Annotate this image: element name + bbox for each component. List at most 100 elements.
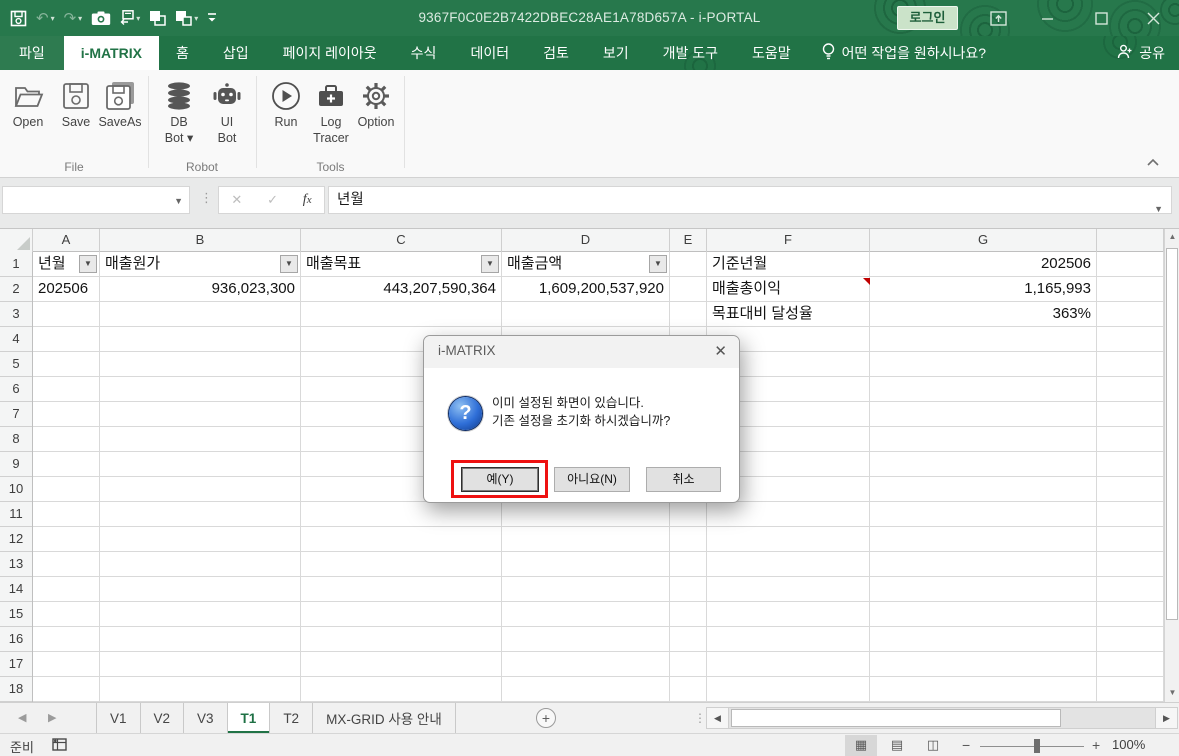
vertical-scroll-thumb[interactable]	[1166, 248, 1178, 620]
sheet-nav-right-icon[interactable]: ▶	[48, 711, 56, 724]
sheet-tab-v3[interactable]: V3	[184, 703, 228, 733]
scroll-left-icon[interactable]: ◀	[707, 708, 729, 728]
column-header-B[interactable]: B	[100, 229, 301, 252]
column-header-G[interactable]: G	[870, 229, 1097, 252]
sheet-tab-v2[interactable]: V2	[141, 703, 185, 733]
column-header-F[interactable]: F	[707, 229, 870, 252]
send-backward-icon[interactable]: ▾	[175, 6, 198, 30]
view-page-layout-icon[interactable]: ▤	[881, 735, 913, 756]
no-button[interactable]: 아니요(N)	[554, 467, 630, 492]
tab-page-layout[interactable]: 페이지 레이아웃	[266, 36, 394, 70]
bring-forward-icon[interactable]	[149, 6, 166, 30]
collapse-ribbon-icon[interactable]	[1147, 157, 1159, 169]
camera-icon[interactable]	[91, 6, 111, 30]
cell-a2[interactable]: 202506	[33, 277, 100, 302]
scroll-down-icon[interactable]: ▼	[1165, 685, 1179, 702]
paste-dropdown-icon[interactable]: ▾	[136, 14, 140, 23]
new-sheet-icon[interactable]: +	[536, 708, 556, 728]
backward-dropdown-icon[interactable]: ▾	[194, 14, 198, 23]
confirm-entry-icon[interactable]: ✓	[267, 192, 278, 208]
db-bot-button[interactable]: DB Bot ▾	[153, 78, 205, 146]
column-header-E[interactable]: E	[670, 229, 707, 252]
tab-i-matrix[interactable]: i-MATRIX	[64, 36, 159, 70]
insert-function-icon[interactable]: fx	[303, 192, 312, 208]
open-button[interactable]: Open	[2, 78, 54, 130]
tab-review[interactable]: 검토	[526, 36, 586, 70]
tell-me-box[interactable]: 어떤 작업을 원하시나요?	[808, 36, 1000, 70]
sheet-tab-t1[interactable]: T1	[228, 703, 271, 733]
db-bot-label-line1: DB	[153, 114, 205, 130]
dialog-titlebar[interactable]: i-MATRIX ✕	[424, 336, 739, 368]
scroll-up-icon[interactable]: ▲	[1165, 229, 1179, 246]
filter-dropdown-icon[interactable]: ▼	[79, 255, 97, 273]
saveas-button[interactable]: SaveAs	[94, 78, 146, 130]
cell-c1[interactable]: 매출목표	[301, 252, 502, 277]
filter-dropdown-icon[interactable]: ▼	[280, 255, 298, 273]
close-icon[interactable]	[1136, 0, 1170, 36]
formula-bar-handle[interactable]: ⋮	[200, 190, 213, 206]
filter-dropdown-icon[interactable]: ▼	[481, 255, 499, 273]
minimize-icon[interactable]	[1030, 0, 1064, 36]
floppy-double-icon	[94, 78, 146, 114]
tab-insert[interactable]: 삽입	[206, 36, 266, 70]
cell-g3[interactable]: 363%	[870, 302, 1097, 327]
paste-format-icon[interactable]: ▾	[120, 6, 140, 30]
ui-bot-button[interactable]: UI Bot	[201, 78, 253, 146]
tab-view[interactable]: 보기	[586, 36, 646, 70]
horizontal-scrollbar[interactable]: ◀ ▶	[706, 707, 1178, 729]
name-box[interactable]: ▼	[2, 186, 190, 214]
name-box-dropdown-icon[interactable]: ▼	[174, 196, 183, 206]
tab-formulas[interactable]: 수식	[394, 36, 454, 70]
filter-dropdown-icon[interactable]: ▼	[649, 255, 667, 273]
cell-c2[interactable]: 443,207,590,364	[301, 277, 502, 302]
ribbon-display-options-icon[interactable]	[981, 0, 1015, 36]
view-normal-icon[interactable]: ▦	[845, 735, 877, 756]
cell-f3[interactable]: 목표대비 달성율	[707, 302, 870, 327]
cell-d1[interactable]: 매출금액	[502, 252, 670, 277]
tab-home[interactable]: 홈	[159, 36, 206, 70]
cell-b2[interactable]: 936,023,300	[100, 277, 301, 302]
dialog-close-icon[interactable]: ✕	[714, 342, 727, 360]
login-button[interactable]: 로그인	[897, 6, 958, 30]
column-header-D[interactable]: D	[502, 229, 670, 252]
scroll-right-icon[interactable]: ▶	[1155, 708, 1177, 728]
share-button[interactable]: 공유	[1117, 36, 1165, 70]
customize-qat-icon[interactable]	[207, 6, 217, 30]
formula-input[interactable]: 년월 ▼	[328, 186, 1172, 214]
maximize-icon[interactable]	[1084, 0, 1118, 36]
cell-f1[interactable]: 기준년월	[707, 252, 870, 277]
zoom-slider-thumb[interactable]	[1034, 739, 1040, 753]
horizontal-scroll-thumb[interactable]	[731, 709, 1061, 727]
cell-g1[interactable]: 202506	[870, 252, 1097, 277]
sheet-nav-left-icon[interactable]: ◀	[18, 711, 26, 724]
macro-record-icon[interactable]	[52, 738, 67, 754]
tab-help[interactable]: 도움말	[735, 36, 808, 70]
tab-file[interactable]: 파일	[0, 36, 64, 70]
cancel-entry-icon[interactable]: ✕	[231, 192, 242, 208]
save-icon[interactable]	[10, 6, 27, 30]
cell-f2[interactable]: 매출총이익	[707, 277, 870, 302]
sheet-tab-v1[interactable]: V1	[96, 703, 141, 733]
zoom-in-icon[interactable]: +	[1092, 737, 1100, 753]
formula-expand-icon[interactable]: ▼	[1154, 196, 1163, 222]
select-all-corner[interactable]	[0, 229, 33, 252]
column-header-C[interactable]: C	[301, 229, 502, 252]
tab-developer[interactable]: 개발 도구	[646, 36, 735, 70]
zoom-slider-track[interactable]	[980, 746, 1084, 747]
cell-b1[interactable]: 매출원가	[100, 252, 301, 277]
zoom-percentage[interactable]: 100%	[1112, 737, 1145, 752]
i-matrix-dialog: i-MATRIX ✕ ? 이미 설정된 화면이 있습니다. 기존 설정을 초기화…	[423, 335, 740, 503]
vertical-scrollbar[interactable]: ▲ ▼	[1164, 229, 1179, 702]
tabbar-resize-handle[interactable]: ⋮	[694, 711, 706, 725]
zoom-out-icon[interactable]: −	[962, 737, 970, 753]
cancel-button[interactable]: 취소	[646, 467, 721, 492]
column-header-blank[interactable]	[1097, 229, 1164, 252]
column-header-A[interactable]: A	[33, 229, 100, 252]
view-page-break-icon[interactable]: ◫	[917, 735, 949, 756]
tab-data[interactable]: 데이터	[453, 36, 526, 70]
cell-d2[interactable]: 1,609,200,537,920	[502, 277, 670, 302]
option-button[interactable]: Option	[350, 78, 402, 130]
sheet-tab-t2[interactable]: T2	[270, 703, 313, 733]
sheet-tab-mx-grid[interactable]: MX-GRID 사용 안내	[313, 703, 456, 733]
cell-g2[interactable]: 1,165,993	[870, 277, 1097, 302]
